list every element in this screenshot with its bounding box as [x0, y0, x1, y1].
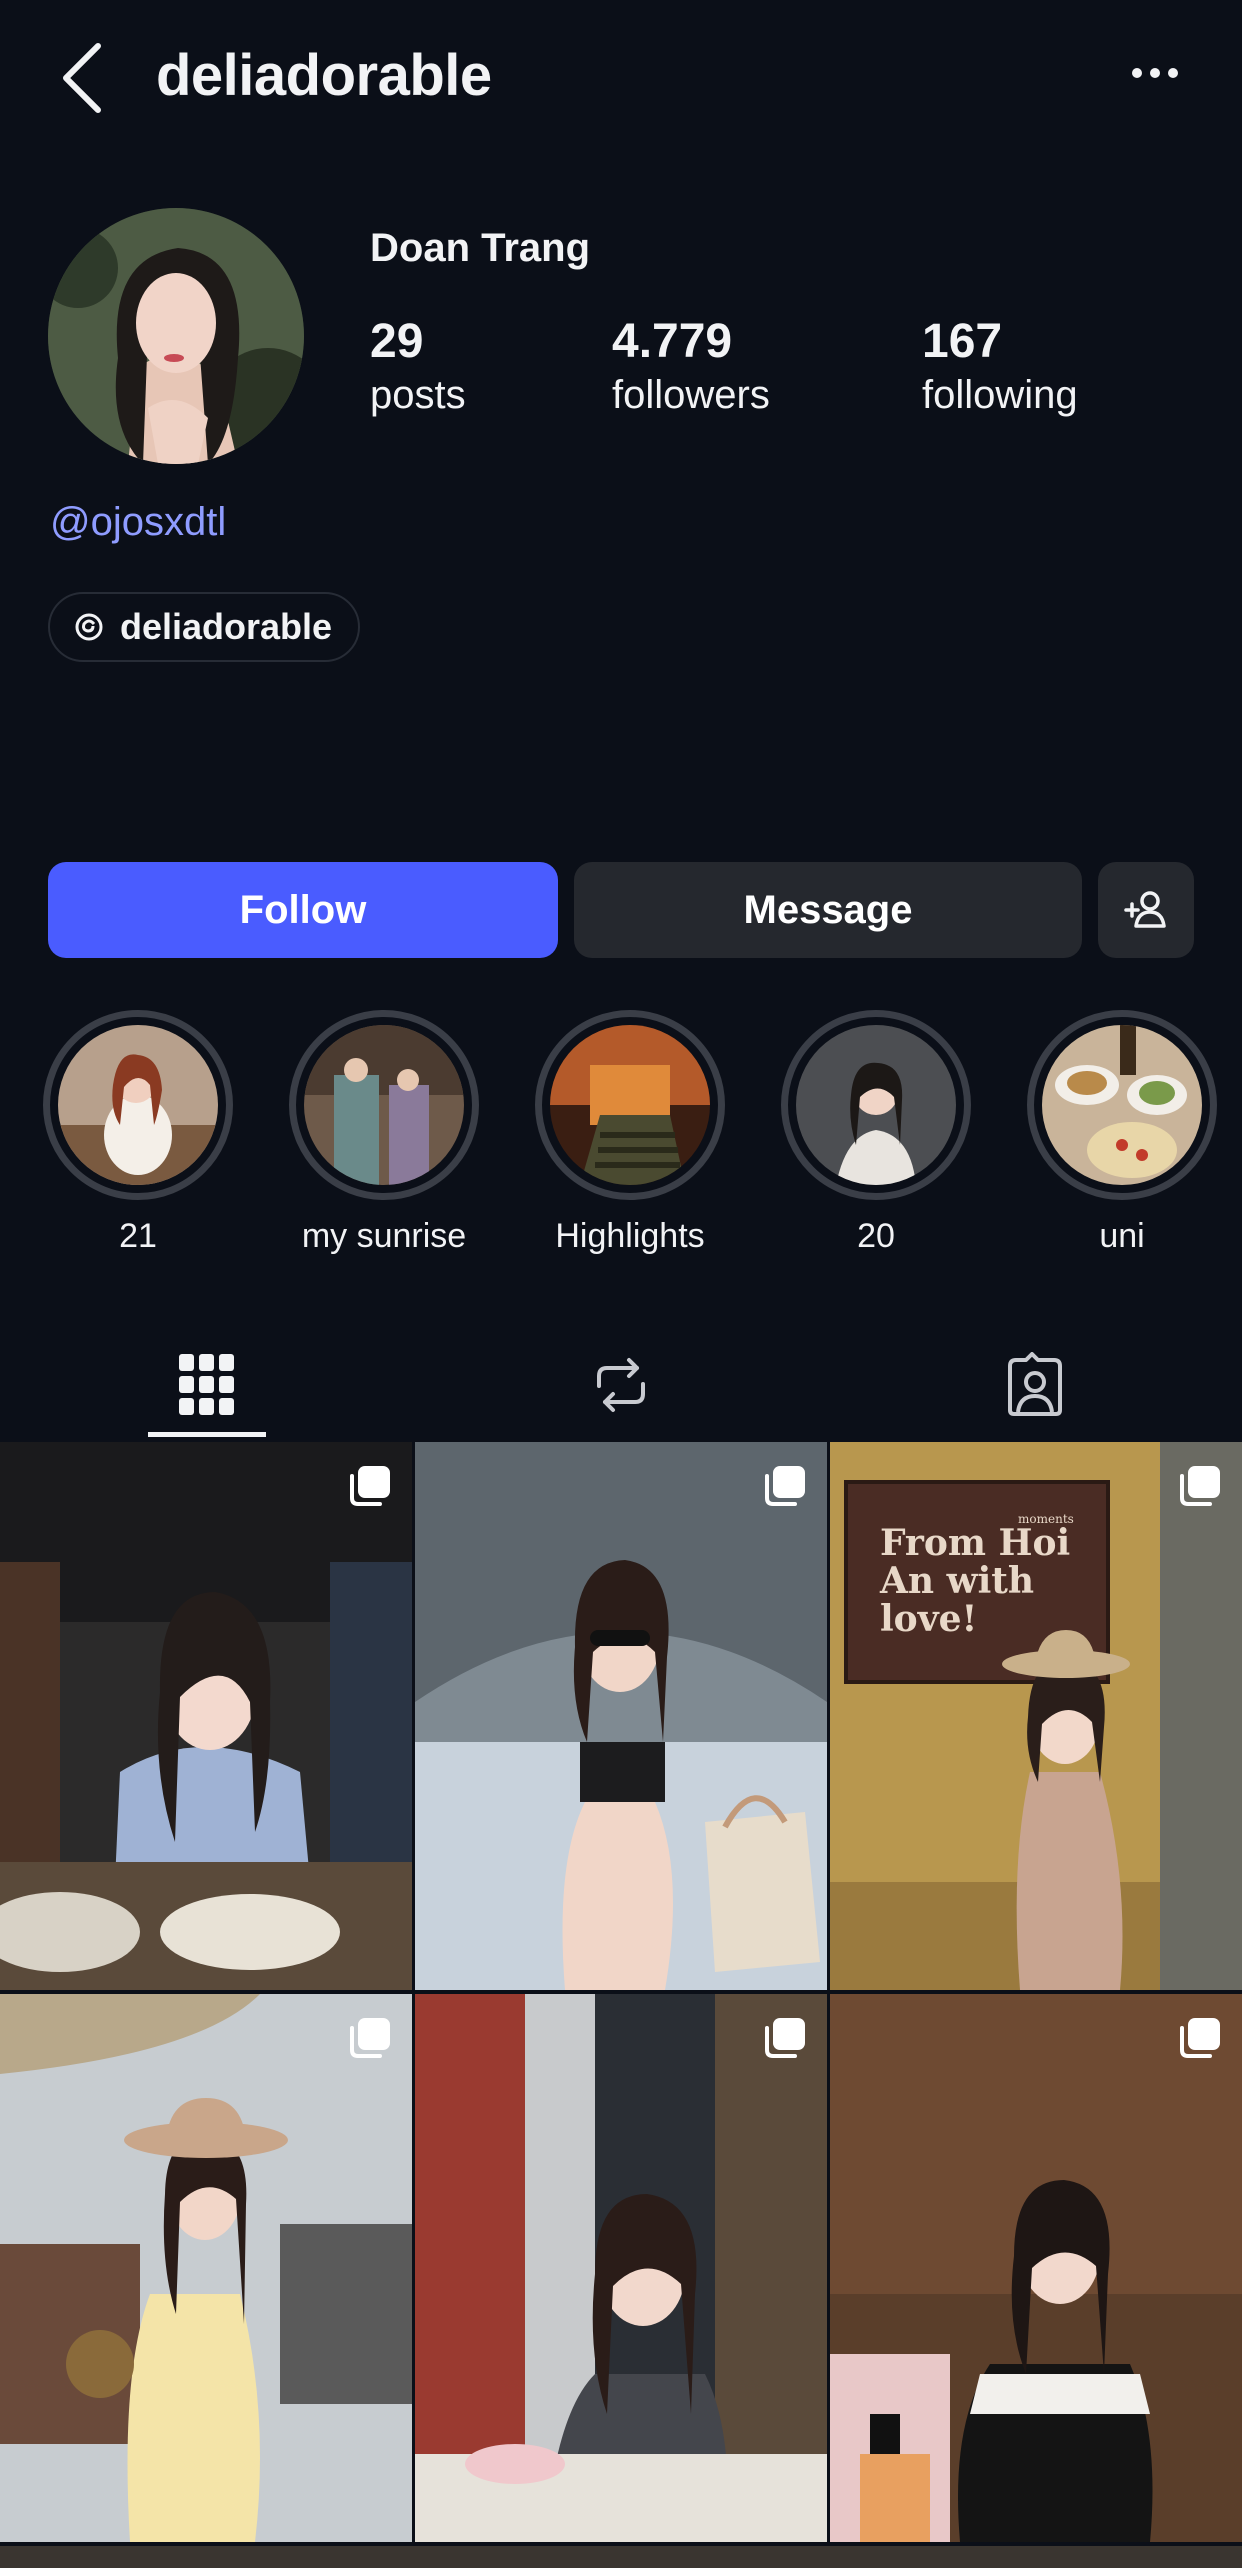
- stat-posts[interactable]: 29 posts: [370, 314, 466, 420]
- repost-icon: [597, 1358, 645, 1412]
- suggest-users-button[interactable]: [1098, 862, 1194, 958]
- grid-post[interactable]: [415, 1994, 827, 2542]
- multi-photo-icon: [1180, 2018, 1220, 2058]
- threads-chip-label: deliadorable: [120, 606, 333, 647]
- grid-post[interactable]: [415, 1442, 827, 1990]
- tab-tagged[interactable]: [828, 1330, 1242, 1440]
- story-highlight[interactable]: uni: [1024, 1010, 1220, 1258]
- follow-button[interactable]: Follow: [48, 862, 558, 958]
- message-button[interactable]: Message: [574, 862, 1082, 958]
- highlight-label: my sunrise: [301, 1217, 467, 1255]
- back-icon[interactable]: [58, 40, 108, 116]
- highlight-label: uni: [1099, 1217, 1145, 1255]
- highlight-ring: [1027, 1010, 1217, 1200]
- highlight-ring: [781, 1010, 971, 1200]
- following-label: following: [922, 373, 1078, 417]
- active-tab-indicator: [148, 1432, 266, 1437]
- highlight-ring: [43, 1010, 233, 1200]
- story-highlight[interactable]: my sunrise: [286, 1010, 482, 1258]
- story-highlight[interactable]: 20: [778, 1010, 974, 1258]
- highlight-ring: [289, 1010, 479, 1200]
- following-count: 167: [922, 315, 1003, 368]
- multi-photo-icon: [350, 2018, 390, 2058]
- person-add-icon: [1124, 891, 1166, 928]
- grid-post[interactable]: [830, 1994, 1242, 2542]
- followers-label: followers: [612, 373, 770, 417]
- profile-avatar[interactable]: [48, 208, 304, 464]
- tagged-person-icon: [1008, 1352, 1062, 1416]
- multi-photo-icon: [1180, 1466, 1220, 1506]
- grid-icon: [179, 1354, 234, 1415]
- highlight-label: Highlights: [555, 1217, 705, 1255]
- more-options-icon[interactable]: [1130, 66, 1180, 80]
- tab-posts-grid[interactable]: [0, 1330, 414, 1440]
- story-highlight[interactable]: Highlights: [532, 1010, 728, 1258]
- highlight-ring: [535, 1010, 725, 1200]
- multi-photo-icon: [765, 2018, 805, 2058]
- profile-handle-link[interactable]: @ojosxdtl: [50, 500, 226, 545]
- tab-reposts[interactable]: [414, 1330, 828, 1440]
- stat-following[interactable]: 167 following: [922, 314, 1078, 420]
- multi-photo-icon: [765, 1466, 805, 1506]
- profile-full-name: Doan Trang: [370, 226, 591, 270]
- highlight-label: 21: [119, 1217, 157, 1255]
- story-highlight[interactable]: 21: [40, 1010, 236, 1258]
- posts-label: posts: [370, 373, 466, 417]
- threads-profile-chip[interactable]: deliadorable: [48, 592, 361, 662]
- post-sign-corner-text: moments: [1018, 1512, 1074, 1526]
- stat-followers[interactable]: 4.779 followers: [612, 314, 770, 420]
- post-sign-text: From Hoi An with love!: [880, 1522, 1071, 1640]
- grid-post[interactable]: From Hoi An with love! moments: [830, 1442, 1242, 1990]
- threads-icon: [75, 613, 103, 641]
- multi-photo-icon: [350, 1466, 390, 1506]
- grid-post[interactable]: [0, 1442, 412, 1990]
- highlight-label: 20: [857, 1217, 895, 1255]
- followers-count: 4.779: [612, 315, 733, 368]
- grid-next-row-partial: [0, 2546, 1242, 2568]
- profile-username-title: deliadorable: [156, 43, 492, 108]
- posts-count: 29: [370, 315, 424, 368]
- grid-post[interactable]: [0, 1994, 412, 2542]
